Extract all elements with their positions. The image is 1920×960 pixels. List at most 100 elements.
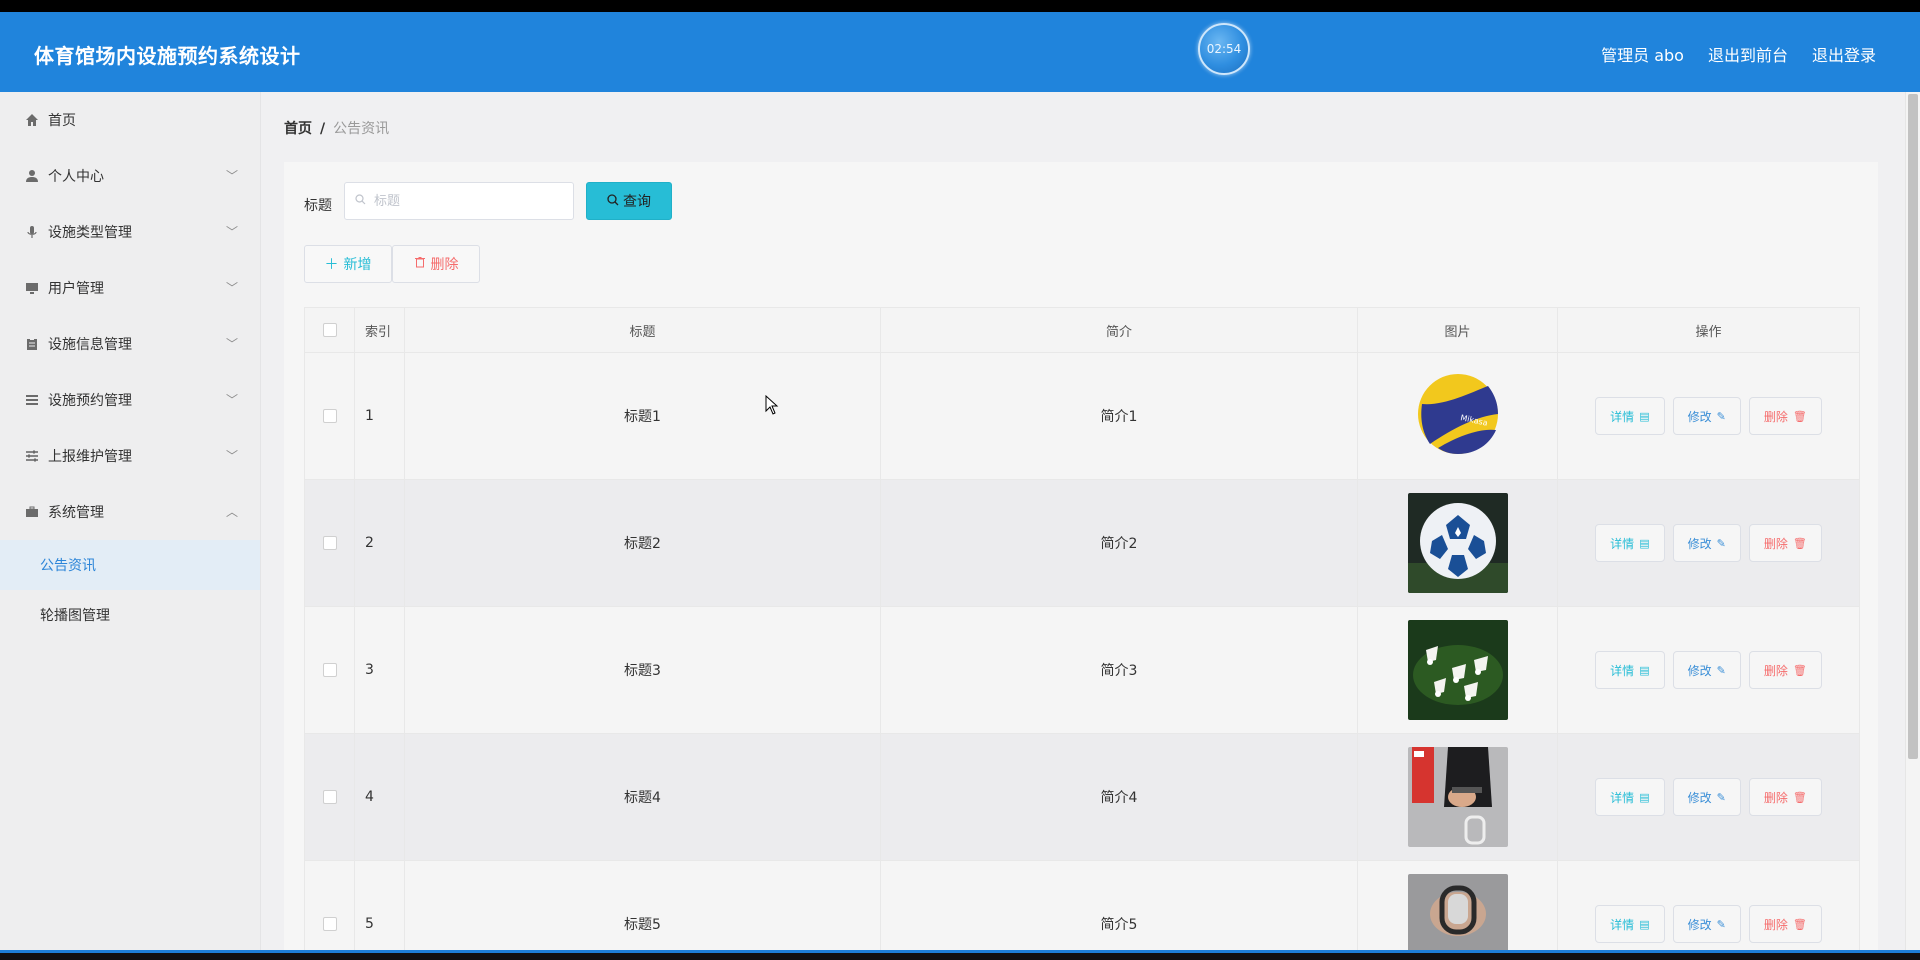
row-checkbox[interactable] — [322, 663, 337, 677]
trash-icon: 🗑 — [1792, 409, 1807, 423]
delete-button[interactable]: 删除 🗑 — [1748, 397, 1822, 435]
document-icon: ▤ — [1639, 409, 1650, 423]
sidebar-subitem-announcements[interactable]: 公告资讯 — [0, 540, 260, 590]
search-label: 标题 — [304, 198, 332, 214]
sidebar-item-label: 首页 — [48, 113, 76, 129]
row-ops: 详情 ▤ 修改 ✎ 删除 🗑 — [1558, 607, 1859, 733]
list-icon — [24, 392, 40, 408]
edit-label: 修改 — [1687, 790, 1712, 805]
hand-grip-trainer-image[interactable] — [1407, 747, 1508, 847]
edit-button[interactable]: 修改 ✎ — [1672, 524, 1741, 562]
delete-label: 删除 — [1763, 917, 1788, 932]
sidebar-item-maintenance[interactable]: 上报维护管理 ﹀ — [0, 428, 260, 484]
sidebar-item-personal-center[interactable]: 个人中心 ﹀ — [0, 148, 260, 204]
row-title: 标题1 — [405, 353, 881, 479]
sidebar-item-home[interactable]: 首页 — [0, 92, 260, 148]
search-button[interactable]: 查询 — [586, 182, 672, 220]
table-row: 5 标题5 简介5 详情 ▤ 修改 ✎ 删除 🗑 — [305, 861, 1859, 960]
detail-button[interactable]: 详情 ▤ — [1595, 397, 1665, 435]
header-brief: 简介 — [881, 308, 1358, 352]
batch-delete-button[interactable]: 删除 — [392, 245, 480, 283]
plus-icon: ＋ — [324, 257, 339, 273]
search-input-wrapper — [344, 182, 574, 220]
row-title: 标题4 — [405, 734, 881, 860]
sidebar-item-facility-info[interactable]: 设施信息管理 ﹀ — [0, 316, 260, 372]
add-button[interactable]: ＋ 新增 — [304, 245, 392, 283]
header-actions: 管理员 abo 退出到前台 退出登录 — [1601, 42, 1876, 66]
detail-button[interactable]: 详情 ▤ — [1595, 524, 1665, 562]
edit-label: 修改 — [1687, 663, 1712, 678]
delete-button[interactable]: 删除 🗑 — [1748, 778, 1822, 816]
header-index: 索引 — [355, 308, 405, 352]
pencil-icon: ✎ — [1716, 409, 1726, 423]
row-checkbox[interactable] — [322, 917, 337, 931]
announcements-table: 索引 标题 简介 图片 操作 1 标题1 简介1 Mikasa 详情 ▤ 修改 … — [304, 307, 1860, 960]
edit-button[interactable]: 修改 ✎ — [1672, 397, 1741, 435]
header-title: 标题 — [405, 308, 881, 352]
pencil-icon: ✎ — [1716, 790, 1726, 804]
row-image-cell — [1358, 734, 1558, 860]
pencil-icon: ✎ — [1716, 536, 1726, 550]
delete-label: 删除 — [1763, 790, 1788, 805]
sidebar-item-label: 个人中心 — [48, 169, 104, 185]
delete-label: 删除 — [1763, 663, 1788, 678]
page: 体育馆场内设施预约系统设计 02:54 管理员 abo 退出到前台 退出登录 首… — [0, 0, 1920, 960]
breadcrumb-current: 公告资讯 — [333, 121, 390, 137]
top-border — [0, 0, 1920, 12]
page-scrollbar-thumb[interactable] — [1908, 94, 1918, 759]
shuttlecocks-image[interactable] — [1407, 620, 1508, 720]
edit-button[interactable]: 修改 ✎ — [1672, 905, 1741, 943]
breadcrumb: 首页 / 公告资讯 — [284, 118, 389, 138]
grip-strengthener-image[interactable] — [1407, 874, 1508, 960]
document-icon: ▤ — [1639, 663, 1650, 677]
row-index: 3 — [355, 607, 405, 733]
row-checkbox[interactable] — [322, 790, 337, 804]
row-index: 4 — [355, 734, 405, 860]
search-input[interactable] — [372, 192, 556, 210]
header-checkbox-cell — [305, 308, 355, 352]
clock-time: 02:54 — [1206, 42, 1242, 56]
detail-button[interactable]: 详情 ▤ — [1595, 905, 1665, 943]
sidebar-item-label: 设施信息管理 — [48, 337, 132, 353]
content-panel: 标题 查询 ＋ 新增 删除 索引 — [284, 162, 1878, 960]
detail-button[interactable]: 详情 ▤ — [1595, 778, 1665, 816]
delete-button[interactable]: 删除 🗑 — [1748, 651, 1822, 689]
delete-button[interactable]: 删除 🗑 — [1748, 905, 1822, 943]
row-checkbox[interactable] — [322, 409, 337, 423]
delete-button[interactable]: 删除 🗑 — [1748, 524, 1822, 562]
sliders-icon — [24, 448, 40, 464]
admin-user-label: 管理员 abo — [1601, 46, 1684, 65]
sidebar-item-facility-booking[interactable]: 设施预约管理 ﹀ — [0, 372, 260, 428]
detail-label: 详情 — [1610, 663, 1635, 678]
edit-button[interactable]: 修改 ✎ — [1672, 778, 1741, 816]
trash-icon: 🗑 — [1792, 536, 1807, 550]
sidebar-item-facility-types[interactable]: 设施类型管理 ﹀ — [0, 204, 260, 260]
sidebar-item-users[interactable]: 用户管理 ﹀ — [0, 260, 260, 316]
breadcrumb-home[interactable]: 首页 — [284, 121, 312, 137]
detail-button[interactable]: 详情 ▤ — [1595, 651, 1665, 689]
delete-label: 删除 — [1763, 536, 1788, 551]
sidebar-item-label: 用户管理 — [48, 281, 104, 297]
row-checkbox[interactable] — [322, 536, 337, 550]
pencil-icon: ✎ — [1716, 663, 1726, 677]
edit-button[interactable]: 修改 ✎ — [1672, 651, 1741, 689]
header-image: 图片 — [1358, 308, 1558, 352]
row-title: 标题3 — [405, 607, 881, 733]
volleyball-image[interactable]: Mikasa — [1407, 366, 1508, 466]
row-index: 2 — [355, 480, 405, 606]
trash-icon: 🗑 — [1792, 917, 1807, 931]
sidebar-item-label: 设施预约管理 — [48, 393, 132, 409]
trash-icon: 🗑 — [1792, 663, 1807, 677]
sidebar-item-label: 系统管理 — [48, 505, 104, 521]
pencil-icon: ✎ — [1716, 917, 1726, 931]
sidebar-item-label: 设施类型管理 — [48, 225, 132, 241]
logout-link[interactable]: 退出登录 — [1812, 42, 1876, 66]
clock-widget: 02:54 — [1198, 23, 1250, 75]
exit-to-front-link[interactable]: 退出到前台 — [1708, 42, 1788, 66]
soccer-ball-image[interactable] — [1407, 493, 1508, 593]
sidebar-subitem-carousel[interactable]: 轮播图管理 — [0, 590, 260, 640]
document-icon: ▤ — [1639, 536, 1650, 550]
select-all-checkbox[interactable] — [322, 323, 337, 337]
sidebar-item-system[interactable]: 系统管理 ︿ — [0, 484, 260, 540]
header: 体育馆场内设施预约系统设计 02:54 管理员 abo 退出到前台 退出登录 — [0, 12, 1920, 92]
